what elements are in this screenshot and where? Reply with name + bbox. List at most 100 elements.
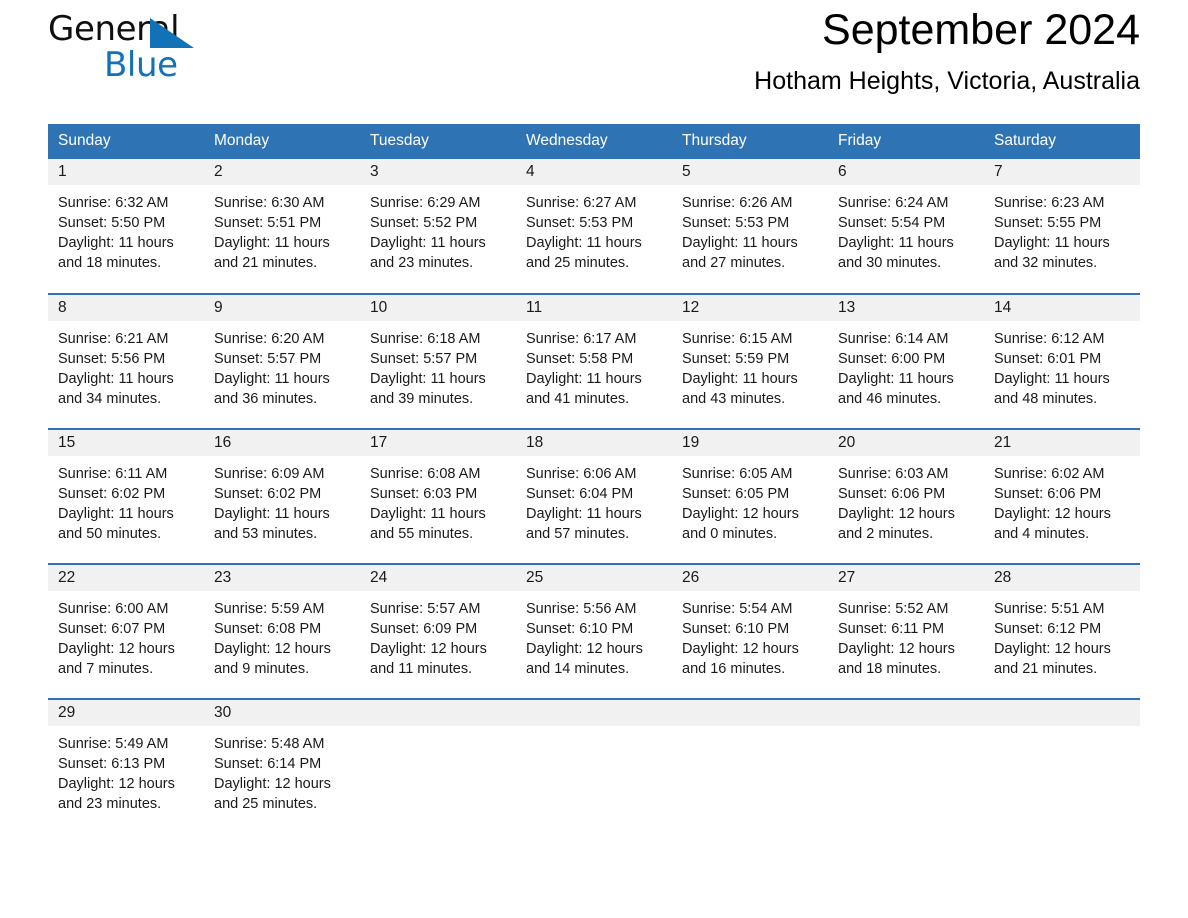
daylight-text-line1: Daylight: 11 hours xyxy=(214,506,330,522)
day-number: 30 xyxy=(204,700,360,726)
calendar-day-cell[interactable]: 21 Sunrise: 6:02 AM Sunset: 6:06 PM Dayligh… xyxy=(984,428,1140,564)
sunset-text: Sunset: 6:10 PM xyxy=(682,621,790,637)
sunset-text: Sunset: 5:50 PM xyxy=(58,215,166,231)
calendar-week-row: 29 Sunrise: 5:49 AM Sunset: 6:13 PM Dayligh… xyxy=(48,698,1140,834)
sunrise-text: Sunrise: 6:11 AM xyxy=(58,466,168,482)
daylight-text-line1: Daylight: 11 hours xyxy=(214,235,330,251)
calendar-day-cell[interactable]: 27 Sunrise: 5:52 AM Sunset: 6:11 PM Dayligh… xyxy=(828,563,984,699)
calendar-day-cell[interactable]: 25 Sunrise: 5:56 AM Sunset: 6:10 PM Dayligh… xyxy=(516,563,672,699)
calendar-day-cell[interactable]: 12 Sunrise: 6:15 AM Sunset: 5:59 PM Dayligh… xyxy=(672,293,828,429)
calendar-day-cell[interactable]: 19 Sunrise: 6:05 AM Sunset: 6:05 PM Dayligh… xyxy=(672,428,828,564)
calendar-empty-cell xyxy=(672,698,828,834)
calendar-empty-cell xyxy=(828,698,984,834)
day-number: 6 xyxy=(828,159,984,185)
sunrise-text: Sunrise: 6:12 AM xyxy=(994,331,1105,347)
daylight-text-line1: Daylight: 11 hours xyxy=(58,235,174,251)
calendar-day-cell[interactable]: 18 Sunrise: 6:06 AM Sunset: 6:04 PM Dayligh… xyxy=(516,428,672,564)
sunrise-text: Sunrise: 6:15 AM xyxy=(682,331,793,347)
calendar-day-cell[interactable]: 17 Sunrise: 6:08 AM Sunset: 6:03 PM Dayligh… xyxy=(360,428,516,564)
sunrise-text: Sunrise: 5:52 AM xyxy=(838,601,949,617)
calendar-day-cell[interactable]: 14 Sunrise: 6:12 AM Sunset: 6:01 PM Dayligh… xyxy=(984,293,1140,429)
calendar-day-cell[interactable]: 16 Sunrise: 6:09 AM Sunset: 6:02 PM Dayligh… xyxy=(204,428,360,564)
sunset-text: Sunset: 6:12 PM xyxy=(994,621,1102,637)
calendar-day-cell[interactable]: 8 Sunrise: 6:21 AM Sunset: 5:56 PM Daylight… xyxy=(48,293,204,429)
sunrise-text: Sunrise: 6:00 AM xyxy=(58,601,169,617)
day-number xyxy=(828,700,984,726)
calendar-day-cell[interactable]: 9 Sunrise: 6:20 AM Sunset: 5:57 PM Daylight… xyxy=(204,293,360,429)
sunrise-text: Sunrise: 5:57 AM xyxy=(370,601,481,617)
calendar-week-row: 22 Sunrise: 6:00 AM Sunset: 6:07 PM Dayligh… xyxy=(48,563,1140,699)
calendar-day-cell[interactable]: 7 Sunrise: 6:23 AM Sunset: 5:55 PM Daylight… xyxy=(984,159,1140,294)
day-number: 27 xyxy=(828,565,984,591)
day-number xyxy=(360,700,516,726)
day-details: Sunrise: 5:49 AM Sunset: 6:13 PM Daylight:… xyxy=(48,726,204,814)
day-details: Sunrise: 6:12 AM Sunset: 6:01 PM Daylight:… xyxy=(984,321,1140,409)
calendar-day-cell[interactable]: 3 Sunrise: 6:29 AM Sunset: 5:52 PM Daylight… xyxy=(360,159,516,294)
sunrise-text: Sunrise: 5:59 AM xyxy=(214,601,325,617)
daylight-text-line2: and 25 minutes. xyxy=(526,255,630,271)
weekday-header-sunday: Sunday xyxy=(48,124,204,159)
daylight-text-line2: and 32 minutes. xyxy=(994,255,1098,271)
day-number: 1 xyxy=(48,159,204,185)
daylight-text-line2: and 2 minutes. xyxy=(838,526,934,542)
daylight-text-line1: Daylight: 12 hours xyxy=(214,641,331,657)
calendar-day-cell[interactable]: 26 Sunrise: 5:54 AM Sunset: 6:10 PM Dayligh… xyxy=(672,563,828,699)
calendar-day-cell[interactable]: 2 Sunrise: 6:30 AM Sunset: 5:51 PM Daylight… xyxy=(204,159,360,294)
calendar-day-cell[interactable]: 30 Sunrise: 5:48 AM Sunset: 6:14 PM Dayligh… xyxy=(204,698,360,834)
calendar-day-cell[interactable]: 5 Sunrise: 6:26 AM Sunset: 5:53 PM Daylight… xyxy=(672,159,828,294)
calendar-day-cell[interactable]: 29 Sunrise: 5:49 AM Sunset: 6:13 PM Dayligh… xyxy=(48,698,204,834)
daylight-text-line1: Daylight: 11 hours xyxy=(838,235,954,251)
calendar-day-cell[interactable]: 11 Sunrise: 6:17 AM Sunset: 5:58 PM Dayligh… xyxy=(516,293,672,429)
daylight-text-line2: and 21 minutes. xyxy=(214,255,318,271)
daylight-text-line2: and 18 minutes. xyxy=(838,661,942,677)
calendar-day-cell[interactable]: 4 Sunrise: 6:27 AM Sunset: 5:53 PM Daylight… xyxy=(516,159,672,294)
day-number: 21 xyxy=(984,430,1140,456)
daylight-text-line1: Daylight: 11 hours xyxy=(682,371,798,387)
sunrise-text: Sunrise: 6:14 AM xyxy=(838,331,949,347)
calendar-day-cell[interactable]: 24 Sunrise: 5:57 AM Sunset: 6:09 PM Dayligh… xyxy=(360,563,516,699)
sunset-text: Sunset: 5:53 PM xyxy=(682,215,790,231)
sunset-text: Sunset: 5:54 PM xyxy=(838,215,946,231)
calendar-day-cell[interactable]: 1 Sunrise: 6:32 AM Sunset: 5:50 PM Daylight… xyxy=(48,159,204,294)
sunset-text: Sunset: 5:59 PM xyxy=(682,351,790,367)
calendar-day-cell[interactable]: 10 Sunrise: 6:18 AM Sunset: 5:57 PM Dayligh… xyxy=(360,293,516,429)
calendar-day-cell[interactable]: 20 Sunrise: 6:03 AM Sunset: 6:06 PM Dayligh… xyxy=(828,428,984,564)
weekday-header-monday: Monday xyxy=(204,124,360,159)
sunrise-text: Sunrise: 6:32 AM xyxy=(58,195,169,211)
day-number: 10 xyxy=(360,295,516,321)
calendar-day-cell[interactable]: 23 Sunrise: 5:59 AM Sunset: 6:08 PM Dayligh… xyxy=(204,563,360,699)
calendar-day-cell[interactable]: 22 Sunrise: 6:00 AM Sunset: 6:07 PM Dayligh… xyxy=(48,563,204,699)
day-details: Sunrise: 6:00 AM Sunset: 6:07 PM Daylight:… xyxy=(48,591,204,679)
day-number: 12 xyxy=(672,295,828,321)
day-number: 25 xyxy=(516,565,672,591)
day-number: 28 xyxy=(984,565,1140,591)
day-details: Sunrise: 6:09 AM Sunset: 6:02 PM Daylight:… xyxy=(204,456,360,544)
calendar-day-cell[interactable]: 28 Sunrise: 5:51 AM Sunset: 6:12 PM Dayligh… xyxy=(984,563,1140,699)
daylight-text-line2: and 9 minutes. xyxy=(214,661,310,677)
daylight-text-line2: and 55 minutes. xyxy=(370,526,474,542)
day-details: Sunrise: 5:54 AM Sunset: 6:10 PM Daylight:… xyxy=(672,591,828,679)
daylight-text-line1: Daylight: 11 hours xyxy=(838,371,954,387)
calendar-day-cell[interactable]: 15 Sunrise: 6:11 AM Sunset: 6:02 PM Dayligh… xyxy=(48,428,204,564)
sunrise-text: Sunrise: 6:17 AM xyxy=(526,331,637,347)
daylight-text-line2: and 43 minutes. xyxy=(682,391,786,407)
day-number: 4 xyxy=(516,159,672,185)
daylight-text-line1: Daylight: 11 hours xyxy=(370,506,486,522)
sunset-text: Sunset: 6:03 PM xyxy=(370,486,478,502)
sunset-text: Sunset: 5:58 PM xyxy=(526,351,634,367)
sunset-text: Sunset: 6:06 PM xyxy=(838,486,946,502)
calendar-day-cell[interactable]: 13 Sunrise: 6:14 AM Sunset: 6:00 PM Dayligh… xyxy=(828,293,984,429)
daylight-text-line1: Daylight: 11 hours xyxy=(994,235,1110,251)
logo-general-blue[interactable]: General Blue xyxy=(48,12,208,88)
calendar-empty-cell xyxy=(984,698,1140,834)
daylight-text-line2: and 23 minutes. xyxy=(370,255,474,271)
day-details: Sunrise: 6:14 AM Sunset: 6:00 PM Daylight:… xyxy=(828,321,984,409)
sunset-text: Sunset: 6:07 PM xyxy=(58,621,166,637)
daylight-text-line2: and 34 minutes. xyxy=(58,391,162,407)
day-details: Sunrise: 6:02 AM Sunset: 6:06 PM Daylight:… xyxy=(984,456,1140,544)
day-number: 22 xyxy=(48,565,204,591)
day-details: Sunrise: 6:30 AM Sunset: 5:51 PM Daylight:… xyxy=(204,185,360,273)
calendar-day-cell[interactable]: 6 Sunrise: 6:24 AM Sunset: 5:54 PM Daylight… xyxy=(828,159,984,294)
sunrise-text: Sunrise: 6:08 AM xyxy=(370,466,481,482)
day-details: Sunrise: 6:32 AM Sunset: 5:50 PM Daylight:… xyxy=(48,185,204,273)
